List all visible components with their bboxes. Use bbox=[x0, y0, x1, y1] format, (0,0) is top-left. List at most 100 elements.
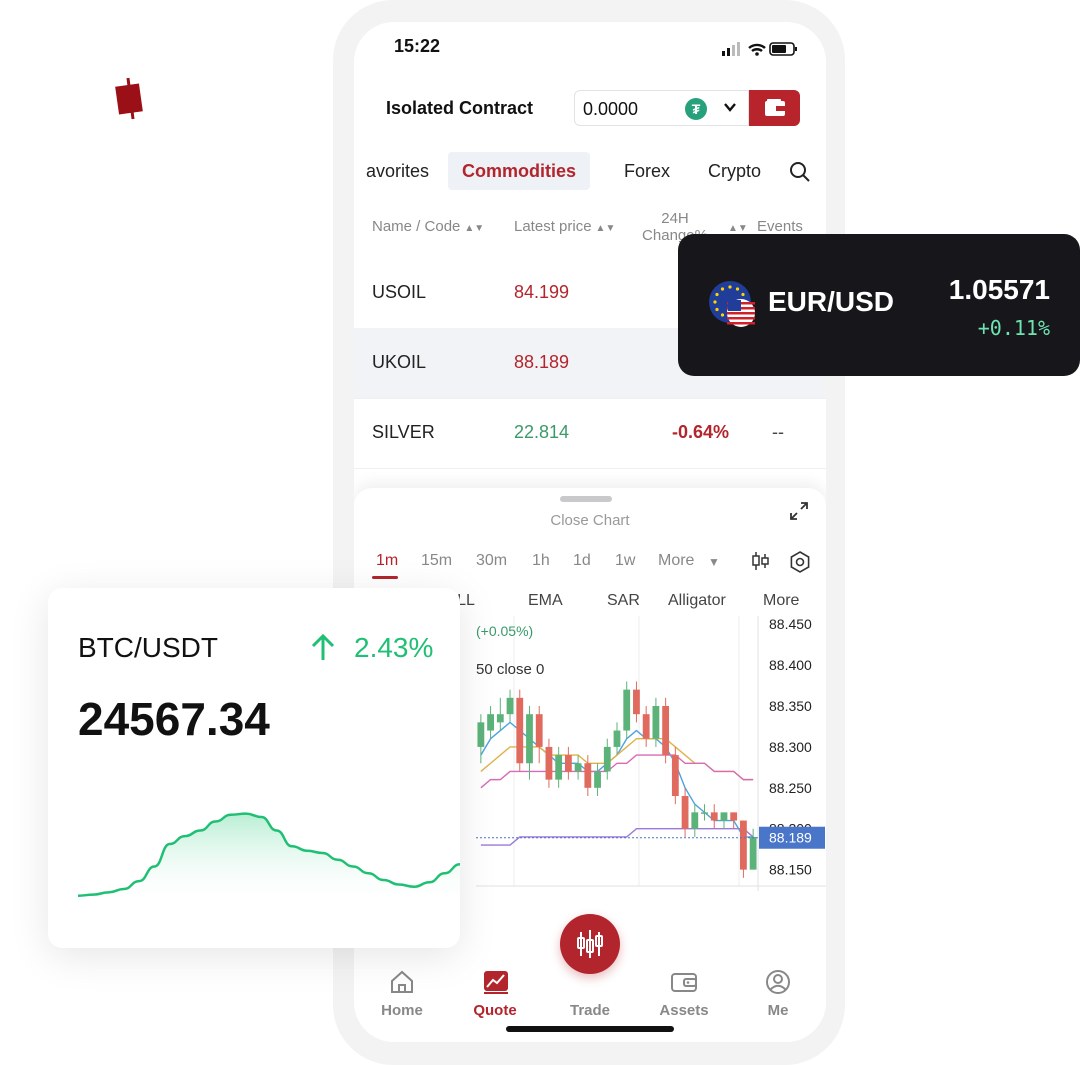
chart-candle-body bbox=[487, 714, 494, 731]
timeframe-1h[interactable]: 1h bbox=[532, 552, 550, 570]
chart-candle-body bbox=[477, 722, 485, 747]
tab-crypto[interactable]: Crypto bbox=[708, 152, 761, 190]
timeframe-30m[interactable]: 30m bbox=[476, 552, 507, 570]
chart-candle-body bbox=[526, 714, 533, 764]
home-icon[interactable] bbox=[388, 968, 416, 996]
timeframe-15m[interactable]: 15m bbox=[421, 552, 452, 570]
row-price: 22.814 bbox=[514, 422, 570, 442]
nav-trade[interactable]: Trade bbox=[550, 1002, 630, 1019]
chart-candle-body bbox=[564, 755, 572, 772]
indicator-sar[interactable]: SAR bbox=[607, 592, 640, 610]
search-icon[interactable] bbox=[788, 160, 812, 184]
chart-candle-body bbox=[603, 746, 611, 772]
row-price: 88.189 bbox=[514, 352, 570, 372]
tab-commodities[interactable]: Commodities bbox=[448, 152, 591, 190]
eu-us-flag-icon bbox=[709, 281, 755, 327]
row-price: 84.199 bbox=[514, 282, 570, 302]
expand-icon[interactable] bbox=[788, 500, 810, 522]
chart-overlay-change: (+0.05%) bbox=[476, 623, 533, 639]
chart-candle-body bbox=[633, 689, 640, 715]
column-header-price[interactable]: Latest price ▲▼ bbox=[514, 218, 615, 235]
arrow-up-icon bbox=[311, 633, 335, 660]
status-time: 15:22 bbox=[394, 36, 441, 56]
timeframe-1w[interactable]: 1w bbox=[615, 552, 635, 570]
nav-home[interactable]: Home bbox=[362, 1002, 442, 1019]
chevron-down-icon[interactable] bbox=[723, 100, 737, 114]
tab-forex[interactable]: Forex bbox=[624, 152, 670, 190]
chart-current-price-label: 88.189 bbox=[769, 830, 812, 846]
sort-icon[interactable]: ▲▼ bbox=[724, 218, 748, 235]
column-header-price-label: Latest price bbox=[514, 218, 592, 235]
settings-icon[interactable] bbox=[788, 550, 812, 574]
trade-fab-button[interactable] bbox=[560, 914, 620, 974]
close-chart-button[interactable]: Close Chart bbox=[354, 512, 826, 529]
row-name: USOIL bbox=[372, 282, 427, 302]
row-name: UKOIL bbox=[372, 352, 427, 372]
btcusdt-pair: BTC/USDT bbox=[78, 632, 218, 663]
chart-candle-body bbox=[594, 771, 601, 788]
status-icons bbox=[722, 42, 797, 56]
chart-candle-body bbox=[720, 812, 728, 821]
chart-y-tick: 88.400 bbox=[769, 657, 812, 673]
chart-candle-body bbox=[555, 755, 563, 780]
chart-candle-body bbox=[652, 706, 660, 739]
caret-down-icon[interactable]: ▼ bbox=[708, 555, 720, 569]
chart-candle-body bbox=[584, 763, 592, 788]
eurusd-card[interactable]: EUR/USD 1.05571 +0.11% bbox=[678, 234, 1080, 376]
btcusdt-price: 24567.34 bbox=[78, 693, 270, 745]
timeframe-1d[interactable]: 1d bbox=[573, 552, 591, 570]
table-row[interactable]: SILVER 22.814 -0.64% -- bbox=[354, 398, 826, 469]
wallet-icon[interactable] bbox=[670, 968, 698, 996]
chart-candle-body bbox=[496, 714, 504, 723]
nav-assets[interactable]: Assets bbox=[644, 1002, 724, 1019]
chart-y-tick: 88.300 bbox=[769, 739, 812, 755]
chart-y-tick: 88.250 bbox=[769, 780, 812, 796]
chart-candle-body bbox=[671, 755, 679, 796]
chart-y-tick: 88.150 bbox=[769, 862, 812, 878]
eurusd-price: 1.05571 bbox=[948, 274, 1050, 305]
row-change: -0.64% bbox=[672, 422, 730, 442]
indicator-ema[interactable]: EMA bbox=[528, 592, 563, 610]
eurusd-change: +0.11% bbox=[977, 316, 1050, 340]
drag-handle[interactable] bbox=[560, 496, 612, 502]
nav-quote[interactable]: Quote bbox=[455, 1002, 535, 1019]
profile-icon[interactable] bbox=[764, 968, 792, 996]
column-header-events[interactable]: Events bbox=[757, 218, 803, 235]
decorative-candle-icon bbox=[115, 77, 143, 120]
indicator-alligator[interactable]: Alligator bbox=[668, 592, 726, 610]
chart-candle-body bbox=[623, 689, 631, 731]
candlestick-type-icon[interactable] bbox=[750, 550, 772, 572]
sort-icon: ▲▼ bbox=[595, 223, 616, 234]
chart-y-tick: 88.350 bbox=[769, 698, 812, 714]
chart-candle-body bbox=[506, 697, 514, 715]
chart-candle-body bbox=[642, 714, 650, 739]
timeframe-1m[interactable]: 1m bbox=[376, 552, 398, 570]
tab-favorites[interactable]: avorites bbox=[366, 152, 429, 190]
wallet-button[interactable] bbox=[749, 90, 800, 126]
chart-candle-body bbox=[740, 820, 747, 870]
candlestick-icon bbox=[577, 930, 603, 958]
chart-candle-body bbox=[681, 796, 689, 829]
sparkline-area bbox=[78, 813, 460, 908]
contract-amount-field[interactable]: 0.0000 ₮ bbox=[574, 90, 749, 126]
chart-candle-body bbox=[662, 706, 670, 756]
chart-icon[interactable] bbox=[482, 968, 510, 996]
indicator-more[interactable]: More bbox=[763, 592, 799, 610]
nav-me[interactable]: Me bbox=[738, 1002, 818, 1019]
contract-amount-value: 0.0000 bbox=[583, 99, 639, 119]
chart-candle-body bbox=[516, 697, 524, 764]
column-header-name[interactable]: Name / Code ▲▼ bbox=[372, 218, 484, 235]
chart-y-tick: 88.450 bbox=[769, 616, 812, 632]
timeframe-more[interactable]: More bbox=[658, 552, 694, 570]
eurusd-pair: EUR/USD bbox=[768, 286, 895, 317]
chart-overlay-label: 50 close 0 bbox=[476, 661, 544, 678]
chart-candle-body bbox=[749, 836, 757, 870]
timeframe-underline bbox=[372, 576, 398, 579]
chart-candle-body bbox=[730, 812, 738, 821]
column-header-name-label: Name / Code bbox=[372, 218, 461, 235]
chart-candle-body bbox=[545, 746, 553, 780]
row-name: SILVER bbox=[372, 422, 435, 442]
chart-candle-body bbox=[613, 730, 621, 747]
btcusdt-card[interactable]: BTC/USDT 2.43% 24567.34 bbox=[48, 588, 460, 948]
home-indicator bbox=[506, 1026, 674, 1032]
